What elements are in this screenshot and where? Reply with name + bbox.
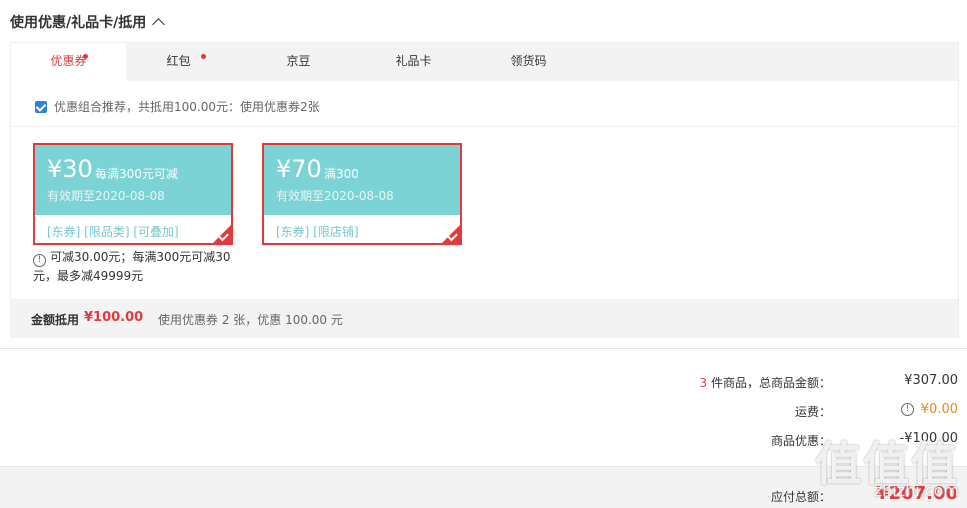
goods-count-label: 件商品，总商品金额： [710, 376, 831, 390]
summary-desc: 使用优惠券 2 张，优惠 100.00 元 [158, 313, 343, 327]
tab-goods-code[interactable]: 领货码 [471, 43, 586, 81]
recommend-checkbox[interactable] [35, 100, 47, 113]
info-icon: ! [33, 254, 46, 267]
coupon-card[interactable]: ¥30 每满300元可减 有效期至2020-08-08 [东券] [限品类] [… [33, 143, 233, 245]
shipping-label: 运费： [794, 405, 831, 419]
divider [11, 126, 958, 127]
tab-label: 红包 [166, 54, 191, 68]
tab-bar: 优惠券 红包 京豆 礼品卡 领货码 [11, 43, 958, 82]
coupon-header: ¥30 每满300元可减 有效期至2020-08-08 [35, 145, 231, 215]
section-title-text: 使用优惠/礼品卡/抵用 [10, 15, 147, 31]
coupon-note-text: 可减30.00元；每满300元可减30元，最多减49999元 [33, 250, 231, 283]
info-icon[interactable]: ! [901, 403, 914, 416]
new-dot-icon [83, 54, 88, 59]
summary-bar: 金额抵用 ¥100.00 使用优惠券 2 张，优惠 100.00 元 [11, 299, 958, 338]
shipping-value: ¥0.00 [920, 402, 958, 417]
section-title[interactable]: 使用优惠/礼品卡/抵用 [10, 12, 166, 32]
coupon-validity: 有效期至2020-08-08 [276, 189, 394, 203]
tab-label: 礼品卡 [395, 54, 432, 68]
watermark-site: zhizhi.com [873, 481, 959, 500]
goods-count: 3 [699, 376, 708, 390]
coupon-validity: 有效期至2020-08-08 [47, 189, 165, 203]
coupon-amount: ¥70 [276, 155, 322, 183]
coupon-tags: [东券] [限品类] [可叠加] [47, 225, 179, 239]
coupon-amount: ¥30 [47, 155, 93, 183]
coupon-condition: 每满300元可减 [95, 167, 178, 181]
new-dot-icon [201, 54, 206, 59]
tab-label: 优惠券 [50, 54, 87, 68]
recommend-text: 优惠组合推荐，共抵用100.00元：使用优惠券2张 [54, 100, 320, 114]
tab-red-packet[interactable]: 红包 [121, 43, 236, 81]
goods-amount: ¥307.00 [904, 373, 958, 388]
goods-count-row: 3 件商品，总商品金额： [700, 374, 831, 391]
tab-label: 领货码 [510, 54, 547, 68]
tab-jingdou[interactable]: 京豆 [241, 43, 356, 81]
discount-panel: 优惠券 红包 京豆 礼品卡 领货码 优惠组合推荐，共抵用100.00元：使用优惠… [10, 42, 959, 338]
summary-value: ¥100.00 [84, 310, 144, 325]
coupon-header: ¥70 满300 有效期至2020-08-08 [264, 145, 460, 215]
tab-label: 京豆 [286, 54, 311, 68]
tab-coupons[interactable]: 优惠券 [11, 43, 126, 82]
summary-label: 金额抵用 [31, 313, 80, 327]
divider [0, 348, 967, 349]
coupon-condition: 满300 [324, 167, 359, 181]
chevron-up-icon[interactable] [152, 18, 166, 31]
coupon-card[interactable]: ¥70 满300 有效期至2020-08-08 [东券] [限店铺] [262, 143, 462, 245]
coupon-tags: [东券] [限店铺] [276, 225, 359, 239]
tab-gift-card[interactable]: 礼品卡 [356, 43, 471, 81]
recommend-row[interactable]: 优惠组合推荐，共抵用100.00元：使用优惠券2张 [35, 98, 320, 115]
coupon-note: ! 可减30.00元；每满300元可减30元，最多减49999元 [33, 248, 233, 285]
